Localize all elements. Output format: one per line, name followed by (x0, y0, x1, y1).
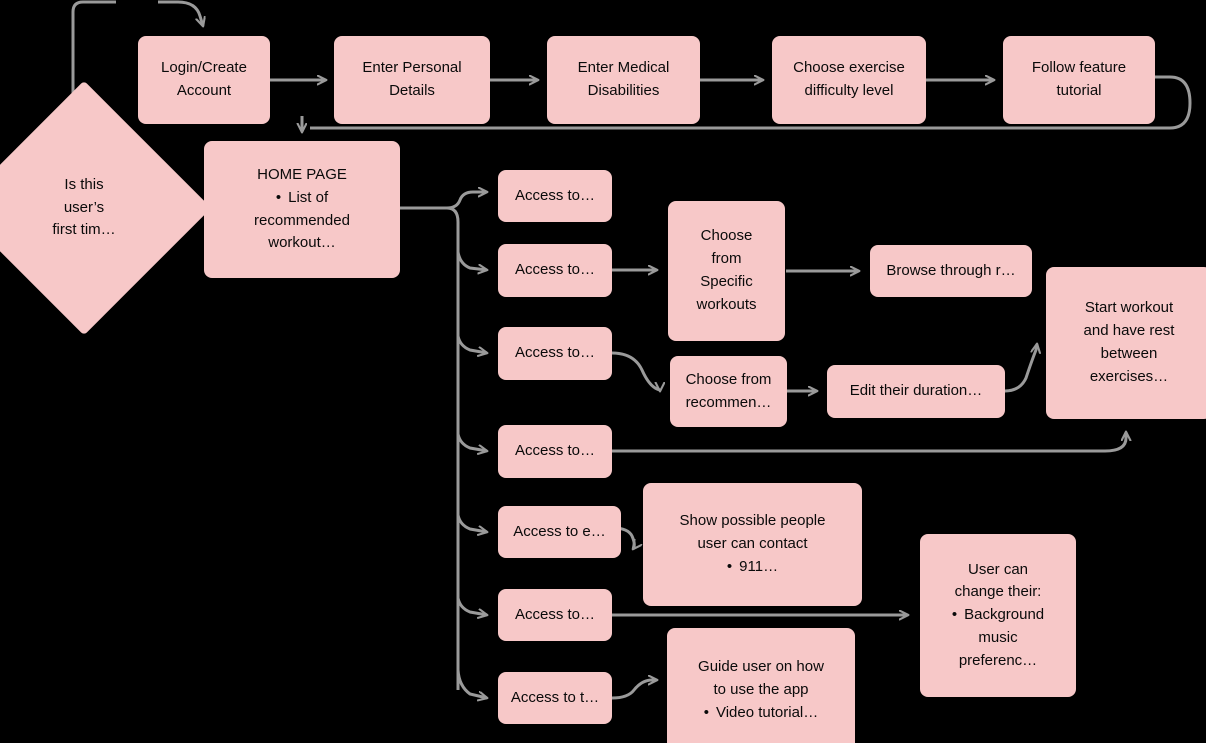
node-edit-duration[interactable]: Edit their duration… (827, 365, 1005, 418)
home-heading: HOME PAGE (257, 165, 347, 183)
edge-trunk-to-access1 (446, 192, 487, 210)
diamond-label: Is this user’s first tim… (0, 118, 174, 298)
edge-access4-to-start (612, 432, 1126, 453)
diamond-line-2: user’s (63, 198, 105, 216)
difficulty-line-2: difficulty level (804, 82, 894, 99)
settings-bullet-1: Background (952, 604, 1044, 627)
tutorial-line-1: Follow feature (1031, 59, 1127, 77)
settings-subheading: change their: (954, 583, 1042, 601)
specific-line-4: workouts (696, 295, 757, 313)
guide-heading: Guide user on how (698, 658, 824, 676)
node-guide-user[interactable]: Guide user on how to use the app Video t… (667, 628, 855, 743)
settings-line-1: music (978, 628, 1018, 646)
node-enter-personal-details[interactable]: Enter Personal Details (334, 36, 490, 124)
start-workout-line-1: Start workout (1084, 299, 1174, 317)
contacts-heading: Show possible people (679, 512, 826, 530)
access-7-label: Access to t… (510, 688, 600, 706)
settings-heading: User can (967, 560, 1029, 578)
node-access-5[interactable]: Access to e… (498, 506, 621, 558)
medical-line-2: Disabilities (587, 82, 660, 99)
edit-duration-label: Edit their duration… (849, 382, 983, 400)
diamond-line-3: first tim… (52, 221, 116, 239)
access-1-label: Access to… (514, 186, 596, 204)
home-bullet-1: List of (276, 187, 328, 210)
recommended-line-1: Choose from (685, 370, 772, 388)
node-choose-recommended[interactable]: Choose from recommen… (670, 356, 787, 427)
personal-line-2: Details (389, 82, 435, 99)
specific-line-2: from (711, 250, 742, 268)
home-line-2: workout… (268, 234, 336, 252)
start-workout-line-2: and have rest (1083, 322, 1175, 340)
node-home-page[interactable]: HOME PAGE List of recommended workout… (204, 141, 400, 278)
node-start-workout[interactable]: Start workout and have rest between exer… (1046, 267, 1206, 419)
access-3-label: Access to… (514, 344, 596, 362)
edge-top-rail-to-login (158, 0, 203, 26)
guide-subheading: to use the app (713, 681, 809, 699)
edge-trunk-to-access5 (456, 514, 487, 532)
difficulty-line-1: Choose exercise (793, 59, 905, 77)
node-access-1[interactable]: Access to… (498, 170, 612, 222)
access-2-label: Access to… (514, 261, 596, 279)
node-access-3[interactable]: Access to… (498, 327, 612, 380)
tutorial-line-2: tutorial (1056, 82, 1102, 99)
specific-line-1: Choose (700, 227, 753, 245)
node-decision-first-time[interactable]: Is this user’s first tim… (0, 80, 212, 336)
edge-access7-to-guide (611, 680, 657, 700)
edge-trunk-to-access2 (456, 251, 487, 270)
node-access-7[interactable]: Access to t… (498, 672, 612, 724)
access-6-label: Access to… (514, 605, 596, 623)
node-access-4[interactable]: Access to… (498, 425, 612, 478)
edge-trunk-to-access3 (456, 335, 487, 353)
edge-trunk-to-access4 (456, 433, 487, 451)
node-follow-feature-tutorial[interactable]: Follow feature tutorial (1003, 36, 1155, 124)
start-workout-line-4: exercises… (1089, 367, 1169, 385)
guide-bullet-1: Video tutorial… (704, 702, 818, 725)
browse-label: Browse through r… (886, 261, 1016, 279)
access-5-label: Access to e… (513, 522, 606, 540)
diamond-line-1: Is this (64, 175, 104, 193)
node-choose-exercise-difficulty[interactable]: Choose exercise difficulty level (772, 36, 926, 124)
personal-line-1: Enter Personal (362, 59, 462, 77)
start-workout-line-3: between (1100, 345, 1158, 362)
settings-line-2: preferenc… (958, 651, 1038, 669)
edge-trunk-spine (446, 206, 460, 690)
flowchart-canvas: Is this user’s first tim… Login/Create A… (0, 0, 1206, 743)
contacts-subheading: user can contact (697, 535, 808, 553)
node-browse-through[interactable]: Browse through r… (870, 245, 1032, 297)
access-4-label: Access to… (514, 442, 596, 460)
node-login-create-account[interactable]: Login/Create Account (138, 36, 270, 124)
node-show-contacts[interactable]: Show possible people user can contact 91… (643, 483, 862, 606)
specific-line-3: Specific (700, 273, 753, 290)
login-line-1: Login/Create (161, 59, 247, 77)
recommended-line-2: recommen… (685, 393, 772, 411)
node-user-settings[interactable]: User can change their: Background music … (920, 534, 1076, 697)
node-enter-medical-disabilities[interactable]: Enter Medical Disabilities (547, 36, 700, 124)
edge-trunk-to-access6 (456, 597, 487, 615)
node-access-6[interactable]: Access to… (498, 589, 612, 641)
login-line-2: Account (176, 82, 232, 99)
home-line-1: recommended (254, 211, 350, 229)
edge-access3-to-recommended (611, 351, 660, 391)
node-access-2[interactable]: Access to… (498, 244, 612, 297)
node-choose-specific-workouts[interactable]: Choose from Specific workouts (668, 201, 785, 341)
medical-line-1: Enter Medical (577, 59, 670, 77)
edge-edit-to-start (1004, 344, 1037, 393)
contacts-bullet-1: 911… (727, 556, 778, 579)
edge-trunk-to-access7 (456, 669, 487, 698)
